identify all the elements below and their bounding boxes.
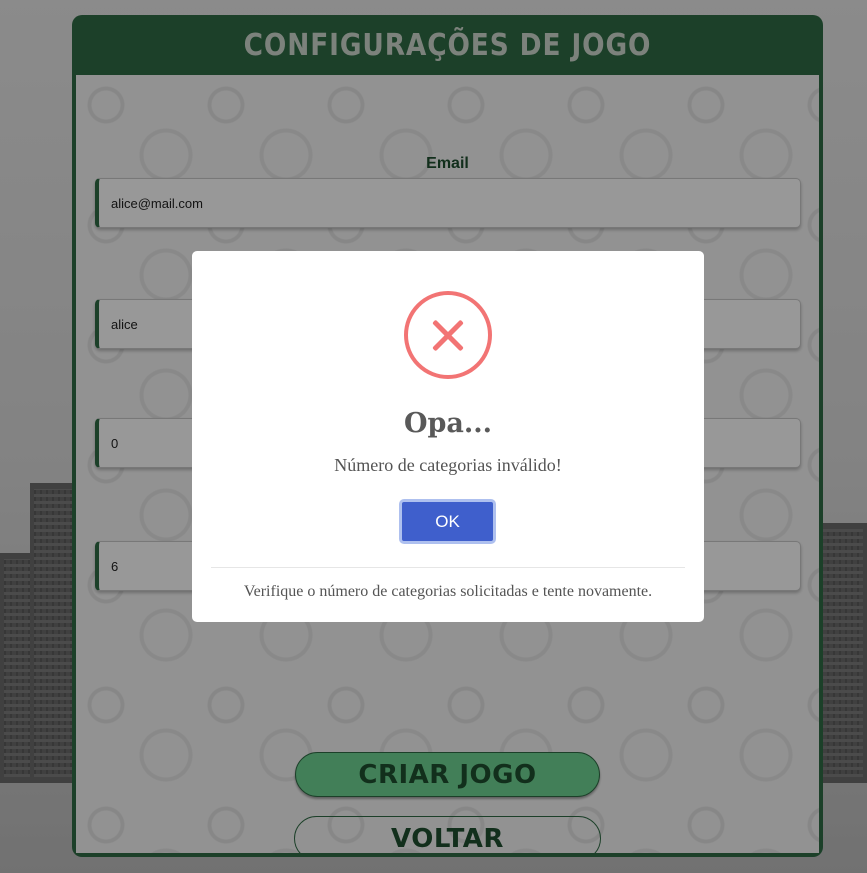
error-dialog: Opa... Número de categorias inválido! OK…	[192, 251, 704, 622]
dialog-footer: Verifique o número de categorias solicit…	[243, 583, 653, 600]
ok-button[interactable]: OK	[399, 499, 496, 544]
dialog-title: Opa...	[403, 408, 493, 439]
error-x-icon	[404, 291, 492, 379]
dialog-divider	[211, 567, 685, 568]
dialog-message: Número de categorias inválido!	[334, 455, 562, 475]
